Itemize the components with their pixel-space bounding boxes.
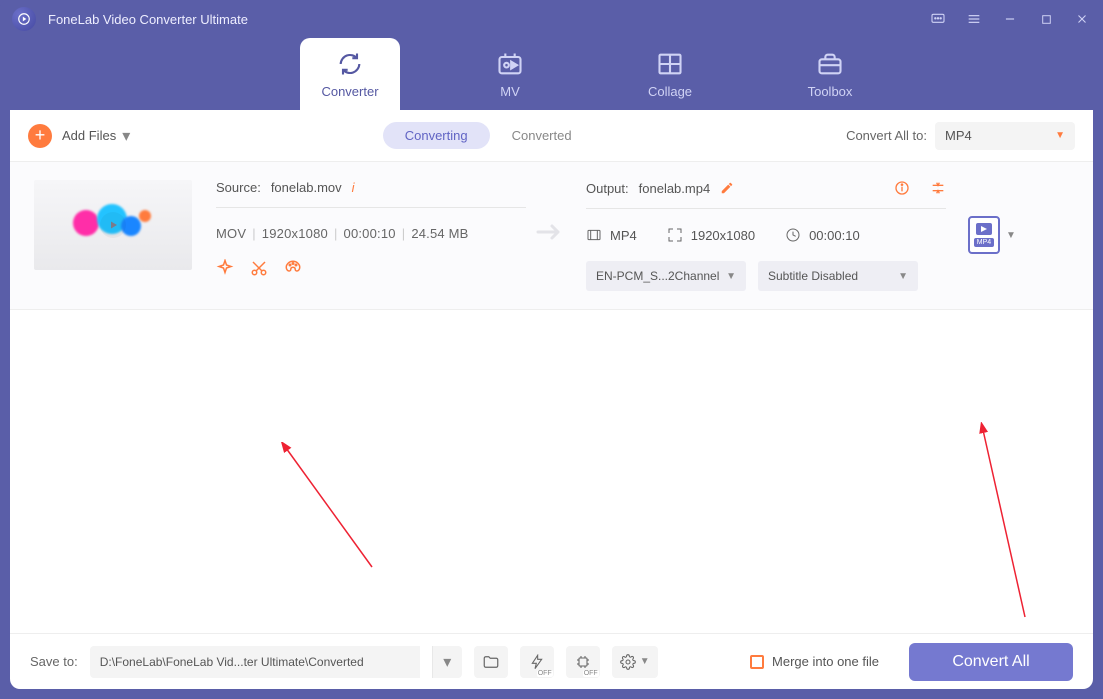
empty-area	[10, 310, 1093, 633]
split-icon[interactable]	[930, 180, 946, 196]
rename-icon[interactable]	[720, 181, 734, 195]
output-container: MP4	[586, 227, 637, 243]
tab-converter[interactable]: Converter	[300, 38, 400, 110]
video-thumbnail[interactable]	[34, 180, 192, 270]
add-files-dropdown[interactable]: ▾	[122, 126, 130, 146]
save-to-path[interactable]: D:\FoneLab\FoneLab Vid...ter Ultimate\Co…	[90, 646, 420, 678]
add-files-button[interactable]: +	[28, 124, 52, 148]
convert-all-value: MP4	[945, 128, 972, 143]
gpu-accel-button[interactable]: OFF	[566, 646, 600, 678]
audio-track-select[interactable]: EN-PCM_S...2Channel▼	[586, 261, 746, 291]
subtitle-select[interactable]: Subtitle Disabled▼	[758, 261, 918, 291]
tab-label: Converter	[321, 84, 378, 99]
output-label: Output:	[586, 181, 629, 196]
source-label: Source:	[216, 180, 261, 195]
app-logo	[12, 7, 36, 31]
checkbox-icon	[750, 655, 764, 669]
tab-mv[interactable]: MV	[460, 38, 560, 110]
main-tabs: Converter MV Collage Toolbox	[0, 38, 1103, 110]
feedback-icon[interactable]	[929, 10, 947, 28]
footer: Save to: D:\FoneLab\FoneLab Vid...ter Ul…	[10, 633, 1093, 689]
tab-toolbox[interactable]: Toolbox	[780, 38, 880, 110]
output-info-icon[interactable]	[894, 180, 910, 196]
output-duration: 00:00:10	[785, 227, 860, 243]
tab-label: MV	[500, 84, 520, 99]
settings-button[interactable]: ▼	[612, 646, 658, 678]
add-files-label: Add Files	[62, 128, 116, 143]
convert-all-label: Convert All to:	[846, 128, 927, 143]
subtab-converting[interactable]: Converting	[383, 122, 490, 149]
output-format-button[interactable]: MP4	[968, 216, 1000, 254]
output-format-badge-label: MP4	[974, 238, 994, 247]
convert-all-button[interactable]: Convert All	[909, 643, 1073, 681]
hardware-accel-button[interactable]: OFF	[520, 646, 554, 678]
play-icon	[100, 212, 126, 238]
source-filename: fonelab.mov	[271, 180, 342, 195]
file-item: Source: fonelab.mov i MOV|1920x1080|00:0…	[10, 162, 1093, 310]
open-folder-button[interactable]	[474, 646, 508, 678]
cut-icon[interactable]	[250, 259, 268, 277]
compress-icon[interactable]	[216, 259, 234, 277]
convert-all-format-select[interactable]: MP4 ▼	[935, 122, 1075, 150]
output-resolution: 1920x1080	[667, 227, 755, 243]
subtab-converted[interactable]: Converted	[490, 122, 594, 149]
chevron-down-icon: ▼	[1055, 130, 1065, 141]
edit-effects-icon[interactable]	[284, 259, 302, 277]
menu-icon[interactable]	[965, 10, 983, 28]
maximize-icon[interactable]	[1037, 10, 1055, 28]
close-icon[interactable]	[1073, 10, 1091, 28]
tab-label: Toolbox	[808, 84, 853, 99]
merge-checkbox[interactable]: Merge into one file	[750, 654, 879, 669]
tab-label: Collage	[648, 84, 692, 99]
save-to-label: Save to:	[30, 654, 78, 669]
tab-collage[interactable]: Collage	[620, 38, 720, 110]
toolbar: + Add Files ▾ Converting Converted Conve…	[10, 110, 1093, 162]
output-format-dropdown[interactable]: ▼	[1006, 230, 1016, 241]
merge-label: Merge into one file	[772, 654, 879, 669]
info-icon[interactable]: i	[352, 180, 355, 195]
minimize-icon[interactable]	[1001, 10, 1019, 28]
output-filename: fonelab.mp4	[639, 181, 711, 196]
source-meta: MOV|1920x1080|00:00:10|24.54 MB	[216, 226, 526, 241]
arrow-right-icon	[526, 220, 576, 244]
title-bar: FoneLab Video Converter Ultimate	[0, 0, 1103, 38]
app-title: FoneLab Video Converter Ultimate	[48, 12, 929, 27]
save-to-dropdown[interactable]: ▾	[432, 646, 462, 678]
